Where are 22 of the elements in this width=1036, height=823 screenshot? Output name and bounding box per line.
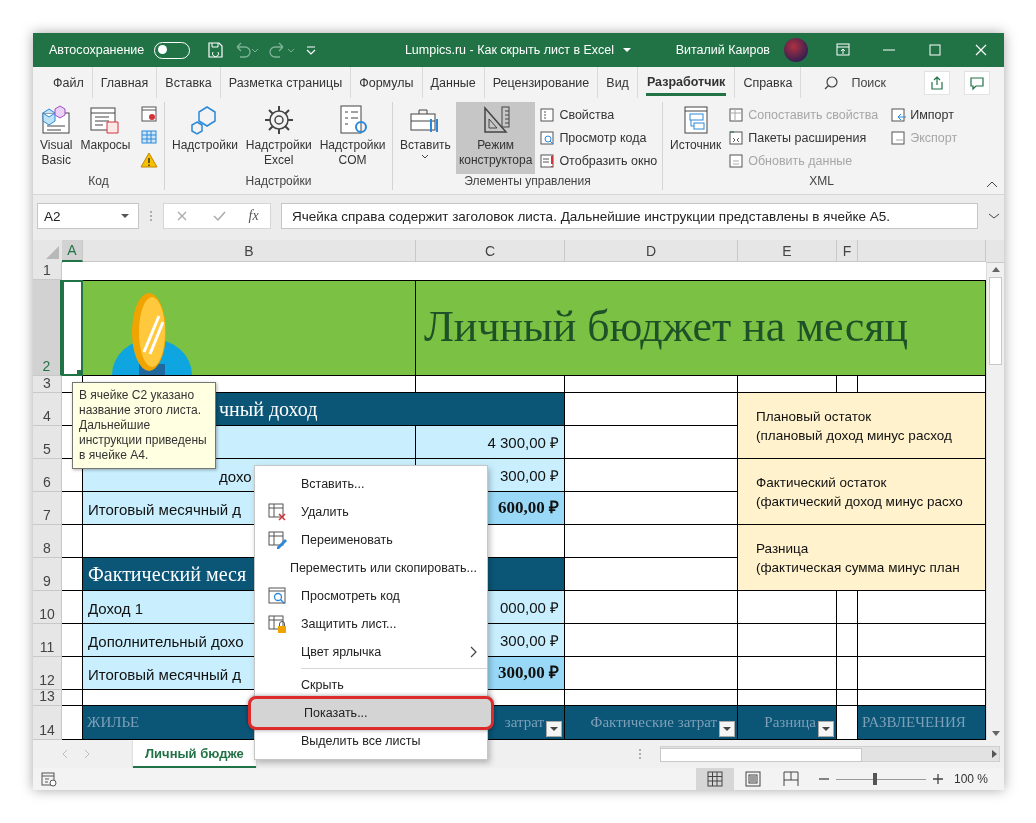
comment-tooltip: В ячейке C2 указано название этого листа. Дальнейшие инструкции приведены в ячейке A4.	[72, 382, 216, 469]
column-title: затрат	[504, 714, 544, 731]
user-name: Виталий Каиров	[675, 43, 770, 57]
group-label: Код	[87, 174, 110, 190]
note-text: Разница	[756, 540, 809, 556]
note-text: Плановый остаток	[756, 408, 872, 424]
note-text: (фактический доход минус расхо	[756, 493, 963, 509]
column-title: Разница	[764, 714, 816, 731]
note-text: (плановый доход минус расход	[756, 427, 952, 443]
column-title: Фактические затрат	[590, 714, 717, 731]
note-text: (фактическая сумма минус план	[756, 559, 960, 575]
note-text: Фактический остаток	[756, 474, 887, 490]
amount-cell: 4 300,00 ₽	[416, 426, 565, 459]
group-label: Надстройки	[244, 174, 313, 190]
window-title: Lumpics.ru - Как скрыть лист в Excel	[404, 43, 615, 57]
zoom-level: 100 %	[953, 772, 988, 786]
sheet-title: Личный бюджет на месяц	[416, 280, 986, 376]
column-title: РАЗВЛЕЧЕНИЯ	[862, 714, 966, 731]
column-title: ЖИЛЬЕ	[87, 714, 140, 731]
group-label: XML	[808, 174, 835, 190]
autosave-label: Автосохранение	[49, 43, 145, 57]
group-label: Элементы управления	[463, 174, 592, 190]
